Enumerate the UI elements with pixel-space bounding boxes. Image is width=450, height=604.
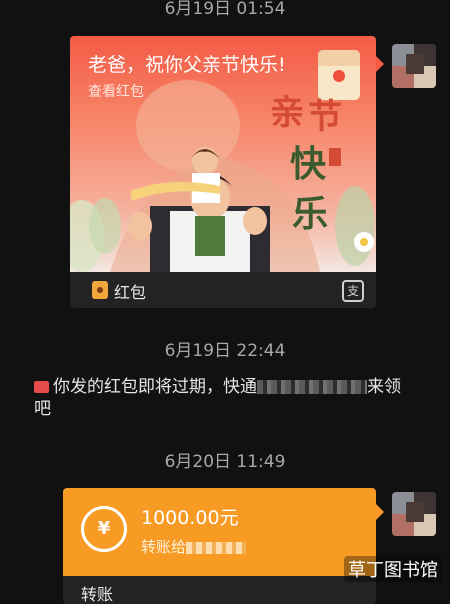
blurred-text xyxy=(257,380,367,394)
notice-text-1: 你发的红包即将过期，快通 xyxy=(53,377,257,397)
sender-avatar-2[interactable] xyxy=(392,492,436,536)
badge-char-4: 乐 xyxy=(292,194,328,235)
alipay-icon: 支 xyxy=(342,280,364,302)
expiry-notice: 你发的红包即将过期，快通 来领吧 xyxy=(34,376,414,420)
red-packet-label: 红包 xyxy=(114,283,147,302)
bubble-tail-2 xyxy=(376,504,384,520)
badge-char-1: 亲 xyxy=(270,93,304,133)
transfer-subtitle: 转账给 xyxy=(141,536,247,557)
watermark: 草丁图书馆 xyxy=(344,556,442,582)
red-packet-message[interactable]: 老爸，祝你父亲节快乐! 查看红包 亲 节 快 乐 红包 支 xyxy=(70,36,376,308)
transfer-message[interactable]: ¥ 1000.00元 转账给 转账 xyxy=(63,488,376,604)
red-packet-cover: 老爸，祝你父亲节快乐! 查看红包 亲 节 快 乐 xyxy=(70,36,376,272)
transfer-amount: 1000.00元 xyxy=(141,507,239,529)
bubble-tail xyxy=(376,56,384,72)
transfer-card: ¥ 1000.00元 转账给 xyxy=(63,488,376,576)
transfer-icon: ¥ xyxy=(81,506,127,552)
red-packet-footer: 红包 支 xyxy=(70,272,376,308)
timestamp-top: 6月19日 01:54 xyxy=(164,0,286,19)
mail-icon xyxy=(34,381,49,393)
timestamp-2: 6月19日 22:44 xyxy=(164,341,286,361)
transfer-footer: 转账 xyxy=(63,576,376,604)
transfer-label: 转账 xyxy=(81,585,114,604)
sender-avatar[interactable] xyxy=(392,44,436,88)
fathers-day-illustration: 亲 节 快 乐 xyxy=(70,80,375,272)
badge-char-2: 节 xyxy=(308,97,342,137)
timestamp-3: 6月20日 11:49 xyxy=(164,452,286,472)
red-packet-icon xyxy=(92,281,108,299)
blurred-recipient xyxy=(186,541,247,554)
badge-char-3: 快 xyxy=(290,144,327,185)
